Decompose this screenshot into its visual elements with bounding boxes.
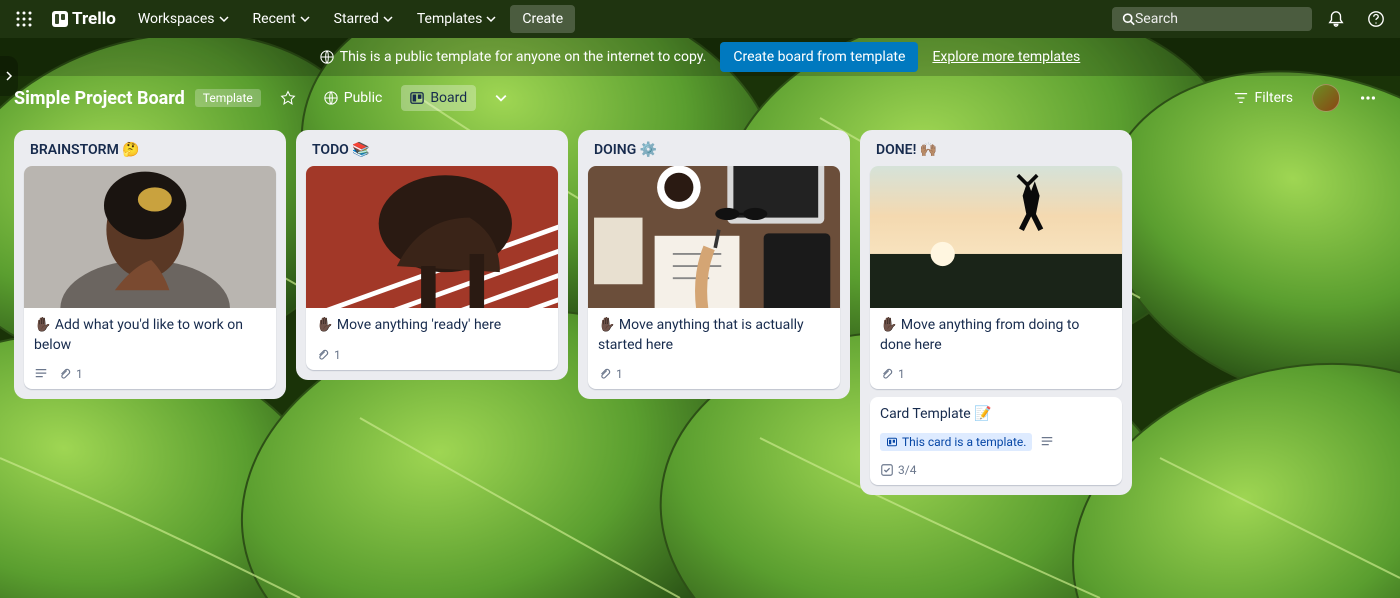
card-cover bbox=[588, 166, 840, 308]
list-title[interactable]: TODO 📚 bbox=[306, 140, 558, 166]
topbar: Trello Workspaces Recent Starred Templat… bbox=[0, 0, 1400, 38]
board-title[interactable]: Simple Project Board bbox=[14, 88, 185, 109]
trello-logo-icon bbox=[52, 11, 68, 27]
filters-label: Filters bbox=[1254, 90, 1293, 106]
avatar[interactable] bbox=[1312, 84, 1340, 112]
chevron-down-icon bbox=[219, 14, 229, 24]
help-icon[interactable] bbox=[1360, 3, 1392, 35]
list-todo: TODO 📚 ✋🏿 Move anything 'ready' here 1 bbox=[296, 130, 568, 380]
board-header: Simple Project Board Template Public Boa… bbox=[0, 76, 1400, 120]
board-menu-button[interactable] bbox=[1350, 84, 1386, 112]
board-canvas: BRAINSTORM 🤔 ✋🏿 Add what you'd like to w… bbox=[0, 120, 1400, 505]
trello-logo-text: Trello bbox=[72, 9, 116, 29]
chevron-down-icon bbox=[300, 14, 310, 24]
globe-icon bbox=[320, 50, 334, 64]
notifications-icon[interactable] bbox=[1320, 3, 1352, 35]
card[interactable]: ✋🏿 Move anything that is actually starte… bbox=[588, 166, 840, 389]
nav-label: Templates bbox=[417, 11, 483, 27]
attachment-badge: 1 bbox=[880, 367, 905, 381]
search-icon bbox=[1122, 12, 1135, 26]
nav-recent[interactable]: Recent bbox=[243, 5, 320, 33]
card[interactable]: ✋🏿 Move anything 'ready' here 1 bbox=[306, 166, 558, 370]
template-banner: This is a public template for anyone on … bbox=[0, 38, 1400, 76]
banner-message: This is a public template for anyone on … bbox=[320, 49, 707, 65]
list-title[interactable]: BRAINSTORM 🤔 bbox=[24, 140, 276, 166]
nav-starred[interactable]: Starred bbox=[324, 5, 403, 33]
view-switcher-button[interactable] bbox=[486, 87, 516, 109]
search-input[interactable] bbox=[1135, 11, 1302, 27]
card-cover bbox=[24, 166, 276, 308]
nav-templates[interactable]: Templates bbox=[407, 5, 507, 33]
sidebar-expand-handle[interactable] bbox=[0, 56, 18, 96]
filters-button[interactable]: Filters bbox=[1225, 85, 1302, 111]
attachment-badge: 1 bbox=[316, 348, 341, 362]
card-title: ✋🏿 Add what you'd like to work on below bbox=[34, 316, 266, 355]
chevron-down-icon bbox=[486, 14, 496, 24]
list-brainstorm: BRAINSTORM 🤔 ✋🏿 Add what you'd like to w… bbox=[14, 130, 286, 399]
nav-workspaces[interactable]: Workspaces bbox=[128, 5, 239, 33]
board-icon bbox=[410, 91, 424, 105]
globe-icon bbox=[324, 91, 338, 105]
card-cover bbox=[870, 166, 1122, 308]
search-box[interactable] bbox=[1112, 7, 1312, 31]
visibility-button[interactable]: Public bbox=[315, 85, 392, 111]
list-title[interactable]: DOING ⚙️ bbox=[588, 140, 840, 166]
list-doing: DOING ⚙️ ✋🏿 Move anything that is a bbox=[578, 130, 850, 399]
filter-icon bbox=[1234, 91, 1248, 105]
chevron-right-icon bbox=[4, 71, 14, 81]
create-board-from-template-button[interactable]: Create board from template bbox=[720, 42, 918, 72]
nav-label: Starred bbox=[334, 11, 379, 27]
board-view-label: Board bbox=[430, 90, 467, 106]
card[interactable]: ✋🏿 Add what you'd like to work on below … bbox=[24, 166, 276, 389]
explore-templates-link[interactable]: Explore more templates bbox=[932, 49, 1080, 65]
nav-label: Recent bbox=[253, 11, 296, 27]
description-icon bbox=[34, 367, 48, 381]
attachment-badge: 1 bbox=[598, 367, 623, 381]
banner-message-text: This is a public template for anyone on … bbox=[340, 49, 707, 65]
list-title[interactable]: DONE! 🙌🏽 bbox=[870, 140, 1122, 166]
board-view-button[interactable]: Board bbox=[401, 85, 476, 111]
list-done: DONE! 🙌🏽 ✋🏿 Move anything from doing to … bbox=[860, 130, 1132, 495]
template-badge: This card is a template. bbox=[880, 433, 1032, 451]
description-icon bbox=[1040, 435, 1054, 449]
template-pill: Template bbox=[195, 89, 261, 107]
chevron-down-icon bbox=[495, 92, 507, 104]
template-badge-text: This card is a template. bbox=[902, 435, 1026, 449]
card-title: ✋🏿 Move anything from doing to done here bbox=[880, 316, 1112, 355]
more-icon bbox=[1359, 89, 1377, 107]
star-icon bbox=[280, 90, 296, 106]
attachment-badge: 1 bbox=[58, 367, 83, 381]
card-title: Card Template 📝 bbox=[880, 405, 1112, 425]
nav-label: Workspaces bbox=[138, 11, 215, 27]
star-button[interactable] bbox=[271, 85, 305, 111]
card-title: ✋🏿 Move anything that is actually starte… bbox=[598, 316, 830, 355]
create-button[interactable]: Create bbox=[510, 5, 575, 33]
apps-switcher-icon[interactable] bbox=[8, 3, 40, 35]
card-template[interactable]: Card Template 📝 This card is a template.… bbox=[870, 397, 1122, 485]
card[interactable]: ✋🏿 Move anything from doing to done here… bbox=[870, 166, 1122, 389]
card-cover bbox=[306, 166, 558, 308]
template-icon bbox=[886, 436, 898, 448]
trello-logo[interactable]: Trello bbox=[44, 9, 124, 29]
visibility-label: Public bbox=[344, 90, 383, 106]
checklist-badge: 3/4 bbox=[880, 463, 916, 477]
card-title: ✋🏿 Move anything 'ready' here bbox=[316, 316, 548, 336]
chevron-down-icon bbox=[383, 14, 393, 24]
